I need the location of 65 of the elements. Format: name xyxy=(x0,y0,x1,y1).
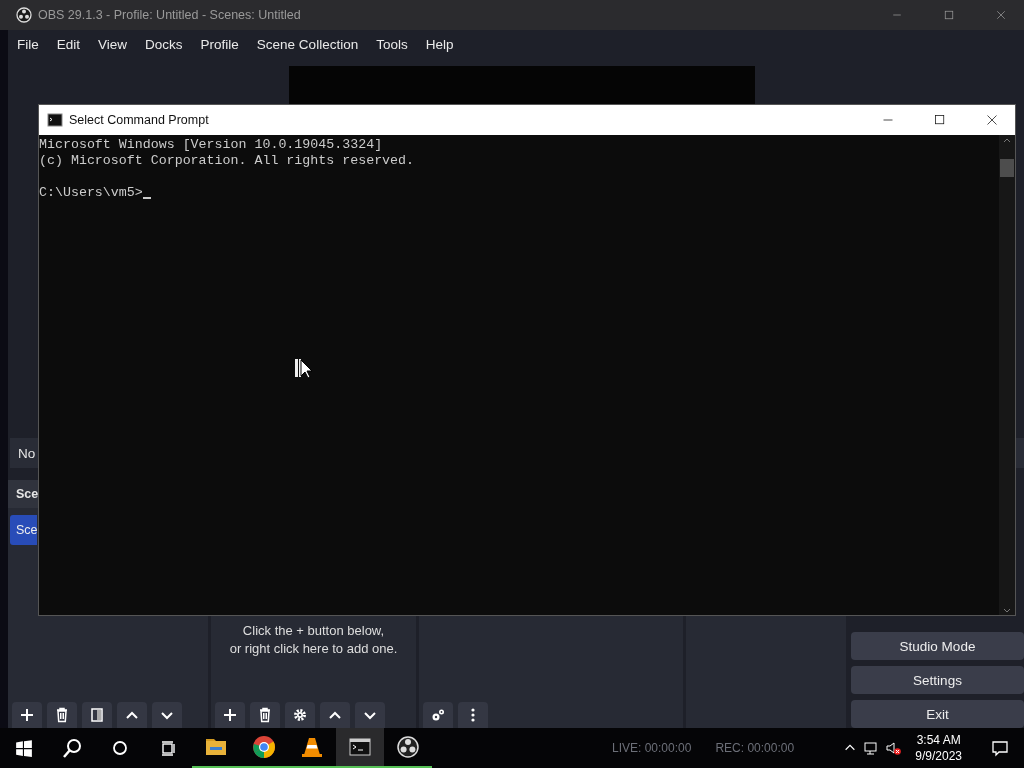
terminal-icon xyxy=(348,735,372,759)
windows-icon xyxy=(15,739,33,757)
terminal-icon xyxy=(47,112,63,128)
mouse-pointer-icon xyxy=(294,358,314,380)
clock-date: 9/9/2023 xyxy=(915,748,962,764)
context-label: No xyxy=(18,445,36,461)
scrollbar[interactable] xyxy=(999,135,1015,615)
control-button[interactable]: Settings xyxy=(851,666,1024,694)
toolbar-button[interactable] xyxy=(82,702,112,728)
hint-text: or right click here to add one. xyxy=(229,640,398,658)
add-icon xyxy=(222,707,238,723)
settings-icon xyxy=(292,707,308,723)
add-icon xyxy=(19,707,35,723)
trash-icon xyxy=(54,707,70,723)
console-line: (c) Microsoft Corporation. All rights reserved. xyxy=(39,153,415,169)
menu-item[interactable]: Tools xyxy=(367,30,417,58)
circle-icon xyxy=(112,740,128,756)
task-view-icon xyxy=(160,740,176,756)
toolbar-button[interactable] xyxy=(12,702,42,728)
maximize-icon xyxy=(934,114,946,126)
taskbar-app[interactable] xyxy=(336,728,384,768)
toolbar-button[interactable] xyxy=(355,702,385,728)
toolbar-button[interactable] xyxy=(320,702,350,728)
obs-icon xyxy=(396,735,420,759)
obs-logo-icon xyxy=(16,7,32,23)
text-cursor xyxy=(142,197,151,199)
panel-title: Sce xyxy=(16,487,39,501)
control-button[interactable]: Studio Mode xyxy=(851,632,1024,660)
menu-item[interactable]: View xyxy=(89,30,137,58)
scrollbar-thumb[interactable] xyxy=(1000,159,1014,177)
window-title: Select Command Prompt xyxy=(69,113,210,127)
message-icon xyxy=(991,739,1009,757)
toolbar-button[interactable] xyxy=(117,702,147,728)
gears-icon xyxy=(430,707,446,723)
scene-item[interactable]: Sce xyxy=(10,515,37,545)
toolbar-button[interactable] xyxy=(152,702,182,728)
window-title: OBS 29.1.3 - Profile: Untitled - Scenes: Untitled xyxy=(38,8,302,22)
close-icon xyxy=(986,114,998,126)
toolbar-button[interactable] xyxy=(285,702,315,728)
close-icon xyxy=(995,9,1007,21)
maximize-icon xyxy=(943,9,955,21)
status-text: REC: 00:00:00 xyxy=(715,741,795,755)
toolbar-button[interactable] xyxy=(47,702,77,728)
status-text: LIVE: 00:00:00 xyxy=(612,741,692,755)
trash-icon xyxy=(257,707,273,723)
filter-icon xyxy=(89,707,105,723)
menu-item[interactable]: Edit xyxy=(47,30,90,58)
toolbar-button[interactable] xyxy=(423,702,453,728)
search-icon xyxy=(61,737,83,759)
menu-item[interactable]: File xyxy=(8,30,48,58)
toolbar-button[interactable] xyxy=(250,702,280,728)
menu-item[interactable]: Scene Collection xyxy=(247,30,368,58)
menu-item[interactable]: Profile xyxy=(191,30,248,58)
console-prompt: C:\Users\vm5> xyxy=(39,185,143,201)
speaker-muted-icon xyxy=(885,740,902,756)
clock-time: 3:54 AM xyxy=(916,732,961,748)
menu-item[interactable]: Docks xyxy=(136,30,192,58)
menu-item[interactable]: Help xyxy=(416,30,463,58)
chrome-icon xyxy=(252,735,276,759)
traffic-cone-icon xyxy=(300,735,324,759)
toolbar-button[interactable] xyxy=(215,702,245,728)
hint-text: Click the + button below, xyxy=(242,622,385,640)
console-line: Microsoft Windows [Version 10.0.19045.3324] xyxy=(39,137,383,153)
network-icon xyxy=(863,740,880,756)
control-button[interactable]: Exit xyxy=(851,700,1024,728)
